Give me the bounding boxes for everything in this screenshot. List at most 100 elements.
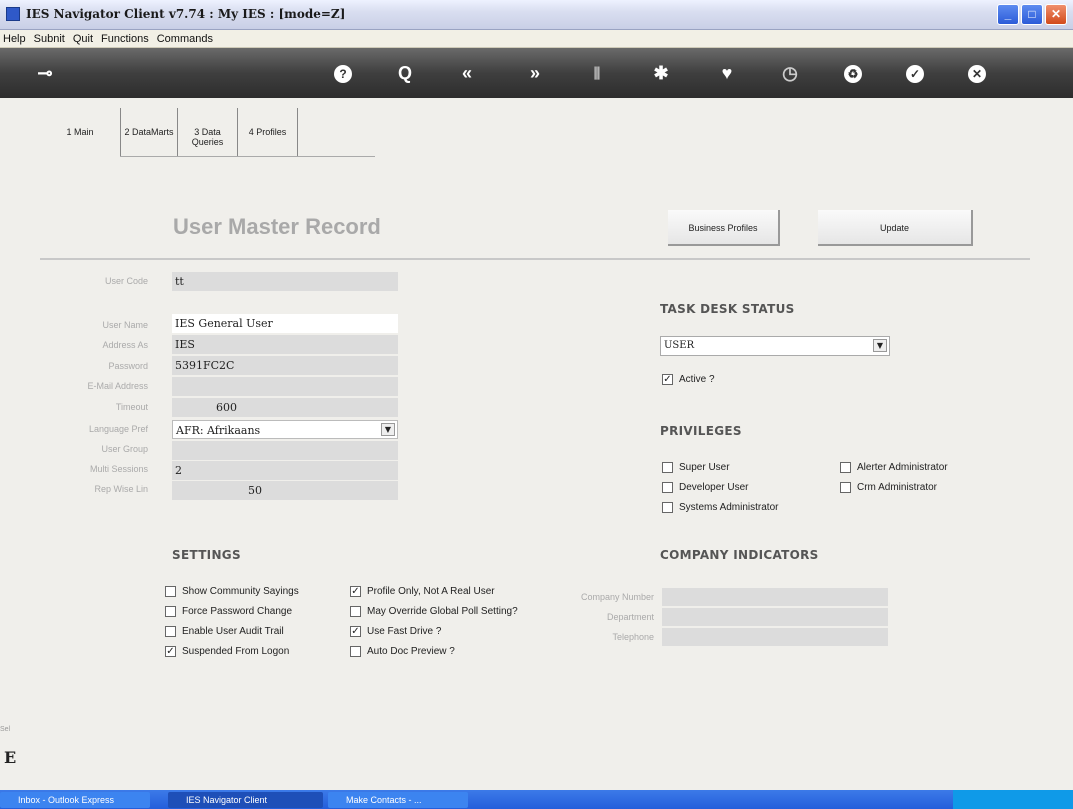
toolbar: ⊸ ? Q « » ⫼ ✱ ♥ ◷ ♻ ✓ ✕ bbox=[0, 48, 1073, 98]
address-as-field[interactable]: IES bbox=[172, 335, 398, 354]
menu-quit[interactable]: Quit bbox=[73, 30, 93, 47]
taskbar-item-ies-navigator[interactable]: IES Navigator Client bbox=[168, 792, 323, 808]
clock-icon[interactable]: ◷ bbox=[775, 58, 805, 88]
maximize-button[interactable]: □ bbox=[1021, 4, 1043, 25]
taskbar: Inbox - Outlook Express IES Navigator Cl… bbox=[0, 790, 1073, 809]
super-user-checkbox[interactable]: Super User bbox=[662, 462, 730, 473]
chevron-down-icon[interactable]: ▼ bbox=[873, 339, 887, 352]
check-glyph: ✓ bbox=[906, 65, 924, 84]
suspended-from-logon-checkbox[interactable]: ✓ Suspended From Logon bbox=[165, 646, 289, 657]
previous-icon[interactable]: « bbox=[452, 58, 482, 88]
checkbox-box bbox=[165, 586, 176, 597]
auto-doc-preview-checkbox[interactable]: Auto Doc Preview ? bbox=[350, 646, 455, 657]
enable-user-audit-trail-checkbox[interactable]: Enable User Audit Trail bbox=[165, 626, 284, 637]
systems-administrator-checkbox[interactable]: Systems Administrator bbox=[662, 502, 778, 513]
company-number-field[interactable] bbox=[662, 588, 888, 606]
show-community-sayings-checkbox[interactable]: Show Community Sayings bbox=[165, 586, 299, 597]
user-name-label: User Name bbox=[102, 320, 148, 330]
privileges-heading: PRIVILEGES bbox=[660, 424, 742, 438]
timeout-field[interactable]: 600 bbox=[172, 398, 398, 417]
user-code-field[interactable]: tt bbox=[172, 272, 398, 291]
checkbox-box: ✓ bbox=[165, 646, 176, 657]
department-label: Department bbox=[606, 612, 654, 622]
profile-only-checkbox[interactable]: ✓ Profile Only, Not A Real User bbox=[350, 586, 495, 597]
checkbox-box bbox=[662, 462, 673, 473]
user-group-field[interactable] bbox=[172, 441, 398, 460]
menu-functions[interactable]: Functions bbox=[101, 30, 149, 47]
recycle-icon[interactable]: ♻ bbox=[838, 58, 868, 88]
side-glyph: E bbox=[4, 748, 17, 767]
check-icon[interactable]: ✓ bbox=[900, 58, 930, 88]
tab-datamarts[interactable]: 2 DataMarts bbox=[120, 108, 178, 156]
columns-icon[interactable]: ⫼ bbox=[582, 58, 612, 88]
developer-user-checkbox[interactable]: Developer User bbox=[662, 482, 748, 493]
close-window-button[interactable]: ✕ bbox=[1045, 4, 1067, 25]
minimize-button[interactable]: _ bbox=[997, 4, 1019, 25]
gear-icon[interactable]: ✱ bbox=[646, 58, 676, 88]
checkbox-label: Systems Administrator bbox=[679, 502, 779, 513]
next-icon[interactable]: » bbox=[520, 58, 550, 88]
checkbox-label: Crm Administrator bbox=[857, 482, 938, 493]
active-label: Active ? bbox=[679, 374, 715, 385]
window-title: IES Navigator Client v7.74 : My IES : [m… bbox=[26, 7, 346, 21]
checkbox-label: Alerter Administrator bbox=[857, 462, 948, 473]
taskbar-item-make-contacts[interactable]: Make Contacts - ... bbox=[328, 792, 468, 808]
taskbar-item-outlook[interactable]: Inbox - Outlook Express bbox=[0, 792, 150, 808]
checkbox-box: ✓ bbox=[350, 626, 361, 637]
business-profiles-button[interactable]: Business Profiles bbox=[668, 210, 780, 246]
telephone-field[interactable] bbox=[662, 628, 888, 646]
side-mark: Sel bbox=[0, 726, 11, 733]
recycle-glyph: ♻ bbox=[844, 65, 862, 84]
app-icon bbox=[6, 7, 20, 21]
password-field[interactable]: 5391FC2C bbox=[172, 356, 398, 375]
update-button[interactable]: Update bbox=[818, 210, 973, 246]
system-tray bbox=[953, 790, 1073, 809]
password-label: Password bbox=[108, 361, 148, 371]
checkbox-label: Auto Doc Preview ? bbox=[367, 646, 455, 657]
close-glyph: ✕ bbox=[968, 65, 986, 84]
tab-data-queries[interactable]: 3 Data Queries bbox=[178, 108, 238, 156]
menu-subnit[interactable]: Subnit bbox=[34, 30, 65, 47]
checkbox-box bbox=[350, 606, 361, 617]
checkbox-label: Use Fast Drive ? bbox=[367, 626, 442, 637]
address-as-label: Address As bbox=[102, 340, 148, 350]
may-override-global-poll-checkbox[interactable]: May Override Global Poll Setting? bbox=[350, 606, 518, 617]
force-password-change-checkbox[interactable]: Force Password Change bbox=[165, 606, 292, 617]
user-name-field[interactable]: IES General User bbox=[172, 314, 398, 333]
search-icon[interactable]: Q bbox=[390, 58, 420, 88]
tab-underline bbox=[120, 156, 375, 157]
rep-wise-lin-field[interactable]: 50 bbox=[172, 481, 398, 500]
multi-sessions-field[interactable]: 2 bbox=[172, 461, 398, 480]
tab-profiles[interactable]: 4 Profiles bbox=[238, 108, 298, 156]
tab-main[interactable]: 1 Main bbox=[40, 108, 120, 156]
alerter-administrator-checkbox[interactable]: Alerter Administrator bbox=[840, 462, 948, 473]
email-label: E-Mail Address bbox=[87, 381, 148, 391]
use-fast-drive-checkbox[interactable]: ✓ Use Fast Drive ? bbox=[350, 626, 441, 637]
menu-commands[interactable]: Commands bbox=[157, 30, 213, 47]
language-value: AFR: Afrikaans bbox=[176, 424, 261, 437]
company-indicators-heading: COMPANY INDICATORS bbox=[660, 548, 819, 562]
chevron-down-icon[interactable]: ▼ bbox=[381, 423, 395, 436]
close-icon[interactable]: ✕ bbox=[962, 58, 992, 88]
crm-administrator-checkbox[interactable]: Crm Administrator bbox=[840, 482, 937, 493]
active-checkbox[interactable]: ✓ Active ? bbox=[662, 374, 715, 385]
header-divider bbox=[40, 258, 1030, 260]
department-field[interactable] bbox=[662, 608, 888, 626]
email-field[interactable] bbox=[172, 377, 398, 396]
task-desk-status-select[interactable]: USER ▼ bbox=[660, 336, 890, 356]
heart-icon[interactable]: ♥ bbox=[712, 58, 742, 88]
help-icon[interactable]: ? bbox=[328, 58, 358, 88]
language-select[interactable]: AFR: Afrikaans ▼ bbox=[172, 420, 398, 439]
rep-wise-lin-label: Rep Wise Lin bbox=[94, 484, 148, 494]
page-title: User Master Record bbox=[173, 214, 381, 239]
main-content: 1 Main 2 DataMarts 3 Data Queries 4 Prof… bbox=[0, 98, 1073, 790]
company-number-label: Company Number bbox=[580, 592, 654, 602]
multi-sessions-label: Multi Sessions bbox=[89, 464, 148, 474]
checkbox-box bbox=[840, 482, 851, 493]
task-desk-heading: TASK DESK STATUS bbox=[660, 302, 795, 316]
checkbox-box: ✓ bbox=[662, 374, 673, 385]
key-icon[interactable]: ⊸ bbox=[30, 58, 60, 88]
menu-help[interactable]: Help bbox=[3, 30, 26, 47]
checkbox-label: Suspended From Logon bbox=[182, 646, 290, 657]
checkbox-box bbox=[165, 606, 176, 617]
